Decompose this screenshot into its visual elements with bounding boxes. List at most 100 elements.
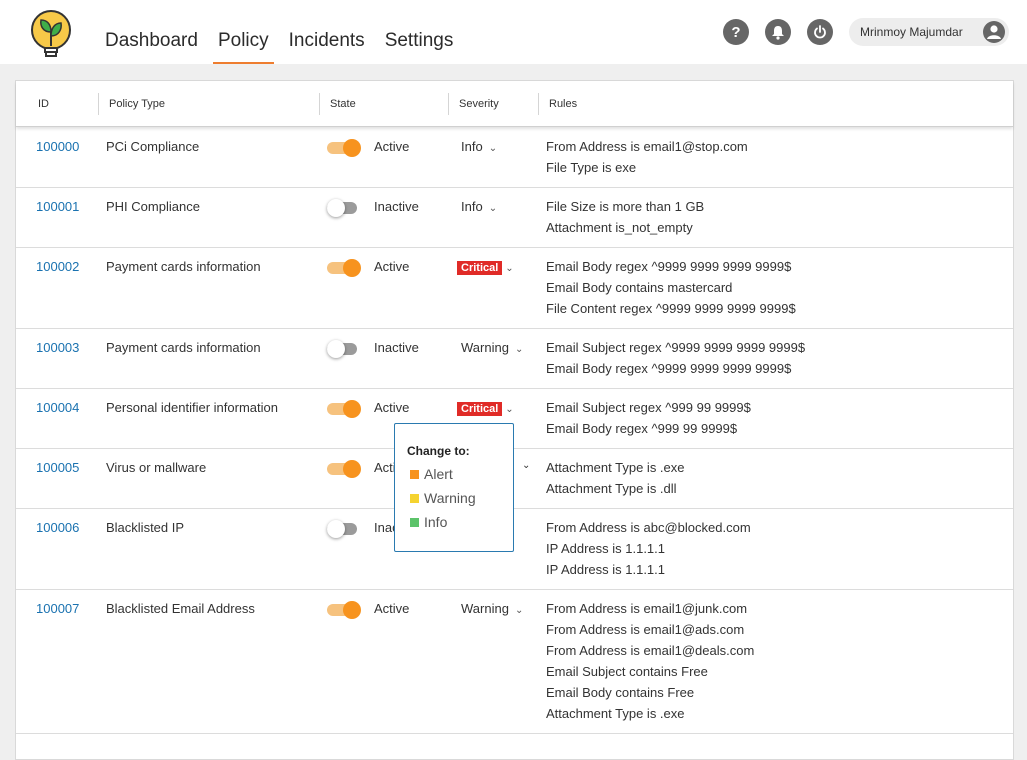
policy-id-link[interactable]: 100005 (36, 460, 79, 475)
policy-type: PCi Compliance (106, 139, 200, 154)
toggle-knob (343, 460, 361, 478)
state-label: Active (374, 400, 410, 415)
rule-text: Email Subject regex ^999 99 9999$ (546, 400, 751, 415)
state-toggle[interactable] (327, 460, 361, 478)
rule-text: From Address is email1@junk.com (546, 601, 748, 616)
policy-id-link[interactable]: 100007 (36, 601, 79, 616)
severity-option-alert[interactable]: Alert (410, 466, 453, 482)
severity-option-info[interactable]: Info (410, 514, 447, 530)
severity-option-warning[interactable]: Warning (410, 490, 476, 506)
state-toggle[interactable] (327, 340, 361, 358)
table-row[interactable]: 100003 Payment cards information Inactive W… (16, 329, 1013, 389)
severity-label: Info (461, 199, 483, 214)
table-row[interactable]: 100001 PHI Compliance Inactive Info ⌄ File Si… (16, 188, 1013, 248)
chevron-down-icon: ⌄ (488, 203, 498, 214)
rule-text: Attachment Type is .exe (546, 706, 685, 721)
option-label: Alert (424, 466, 453, 482)
toggle-knob (343, 259, 361, 277)
user-menu[interactable]: Mrinmoy Majumdar (849, 18, 1009, 46)
rule-text: From Address is email1@deals.com (546, 643, 755, 658)
policy-type: Virus or mallware (106, 460, 207, 475)
severity-label: Warning (461, 601, 509, 616)
popup-title: Change to: (407, 444, 470, 458)
state-toggle[interactable] (327, 601, 361, 619)
header-rules[interactable]: Rules (549, 98, 577, 110)
rule-text: Email Subject contains Free (546, 664, 708, 679)
state-toggle[interactable] (327, 139, 361, 157)
policy-id-link[interactable]: 100006 (36, 520, 79, 535)
rule-text: Email Body regex ^9999 9999 9999 9999$ (546, 259, 792, 274)
alert-swatch (410, 469, 419, 479)
header-severity[interactable]: Severity (459, 98, 499, 110)
state-label: Active (374, 139, 410, 154)
toggle-knob (327, 520, 345, 538)
state-label: Inactive (374, 199, 419, 214)
state-toggle[interactable] (327, 199, 361, 217)
policy-type: Blacklisted Email Address (106, 601, 255, 616)
power-icon[interactable] (807, 19, 833, 45)
rule-text: Email Body contains mastercard (546, 280, 733, 295)
severity-critical-badge: Critical (457, 261, 503, 275)
chevron-down-icon: ⌄ (505, 404, 514, 415)
table-row[interactable]: 100007 Blacklisted Email Address Active War… (16, 590, 1013, 734)
state-toggle[interactable] (327, 400, 361, 418)
lightbulb-logo-icon[interactable] (29, 10, 73, 60)
table-row[interactable]: 100006Blacklisted IPInactiveFrom Address… (16, 509, 1013, 590)
chevron-down-icon[interactable]: ⌄ (522, 460, 530, 471)
help-icon[interactable]: ? (723, 19, 749, 45)
severity-dropdown[interactable]: Warning ⌄ (461, 340, 523, 355)
policy-type: Blacklisted IP (106, 520, 185, 535)
header-id[interactable]: ID (38, 98, 49, 110)
severity-critical-badge: Critical (457, 402, 503, 416)
state-toggle[interactable] (327, 259, 361, 277)
svg-text:?: ? (731, 24, 740, 41)
table-row[interactable]: 100002 Payment cards information Active Cri… (16, 248, 1013, 329)
rule-text: File Content regex ^9999 9999 9999 9999$ (546, 301, 796, 316)
table-row[interactable]: 100000 PCi Compliance Active Info ⌄ From Addr… (16, 128, 1013, 188)
nav-incidents[interactable]: Incidents (289, 30, 365, 62)
avatar-icon (983, 21, 1005, 43)
policy-id-link[interactable]: 100002 (36, 259, 79, 274)
header-divider (319, 93, 320, 115)
header-state[interactable]: State (330, 98, 356, 110)
table-row[interactable]: 100004 Personal identifier information Act… (16, 389, 1013, 449)
rule-text: File Type is exe (546, 160, 637, 175)
warning-swatch (410, 493, 419, 503)
severity-dropdown[interactable]: Info ⌄ (461, 139, 497, 154)
nav-dashboard[interactable]: Dashboard (105, 30, 198, 62)
toggle-knob (343, 139, 361, 157)
severity-dropdown[interactable]: Info ⌄ (461, 199, 497, 214)
chevron-down-icon: ⌄ (505, 263, 514, 274)
rule-text: IP Address is 1.1.1.1 (546, 541, 665, 556)
rule-text: Email Subject regex ^9999 9999 9999 9999… (546, 340, 806, 355)
state-toggle[interactable] (327, 520, 361, 538)
nav-policy[interactable]: Policy (212, 30, 274, 64)
top-bar: Dashboard Policy Incidents Settings ? Mr… (0, 0, 1027, 64)
table-row[interactable]: 100005 Virus or mallware Active ⌄ Attachment… (16, 449, 1013, 509)
policy-id-link[interactable]: 100004 (36, 400, 79, 415)
policy-id-link[interactable]: 100000 (36, 139, 79, 154)
severity-change-popup: Change to: Alert Warning Info (394, 423, 514, 552)
policy-table-panel: ID Policy Type State Severity Rules 1000… (15, 80, 1014, 760)
rule-text: Email Body regex ^999 99 9999$ (546, 421, 738, 436)
severity-dropdown[interactable]: Critical ⌄ (457, 400, 514, 416)
severity-label: Info (461, 139, 483, 154)
rule-text: Attachment is_not_empty (546, 220, 693, 235)
policy-id-link[interactable]: 100003 (36, 340, 79, 355)
severity-dropdown[interactable]: Critical ⌄ (457, 259, 514, 275)
state-label: Inactive (374, 340, 419, 355)
rule-text: Email Body contains Free (546, 685, 695, 700)
header-divider (98, 93, 99, 115)
rule-text: Email Body regex ^9999 9999 9999 9999$ (546, 361, 792, 376)
toggle-knob (327, 199, 345, 217)
table-header: ID Policy Type State Severity Rules (16, 81, 1013, 127)
bell-icon[interactable] (765, 19, 791, 45)
chevron-down-icon: ⌄ (488, 143, 498, 154)
severity-dropdown[interactable]: Warning ⌄ (461, 601, 523, 616)
nav-settings[interactable]: Settings (385, 30, 454, 62)
info-swatch (410, 517, 419, 527)
toggle-knob (343, 601, 361, 619)
rule-text: Attachment Type is .exe (546, 460, 685, 475)
policy-id-link[interactable]: 100001 (36, 199, 79, 214)
header-policy-type[interactable]: Policy Type (109, 98, 165, 110)
